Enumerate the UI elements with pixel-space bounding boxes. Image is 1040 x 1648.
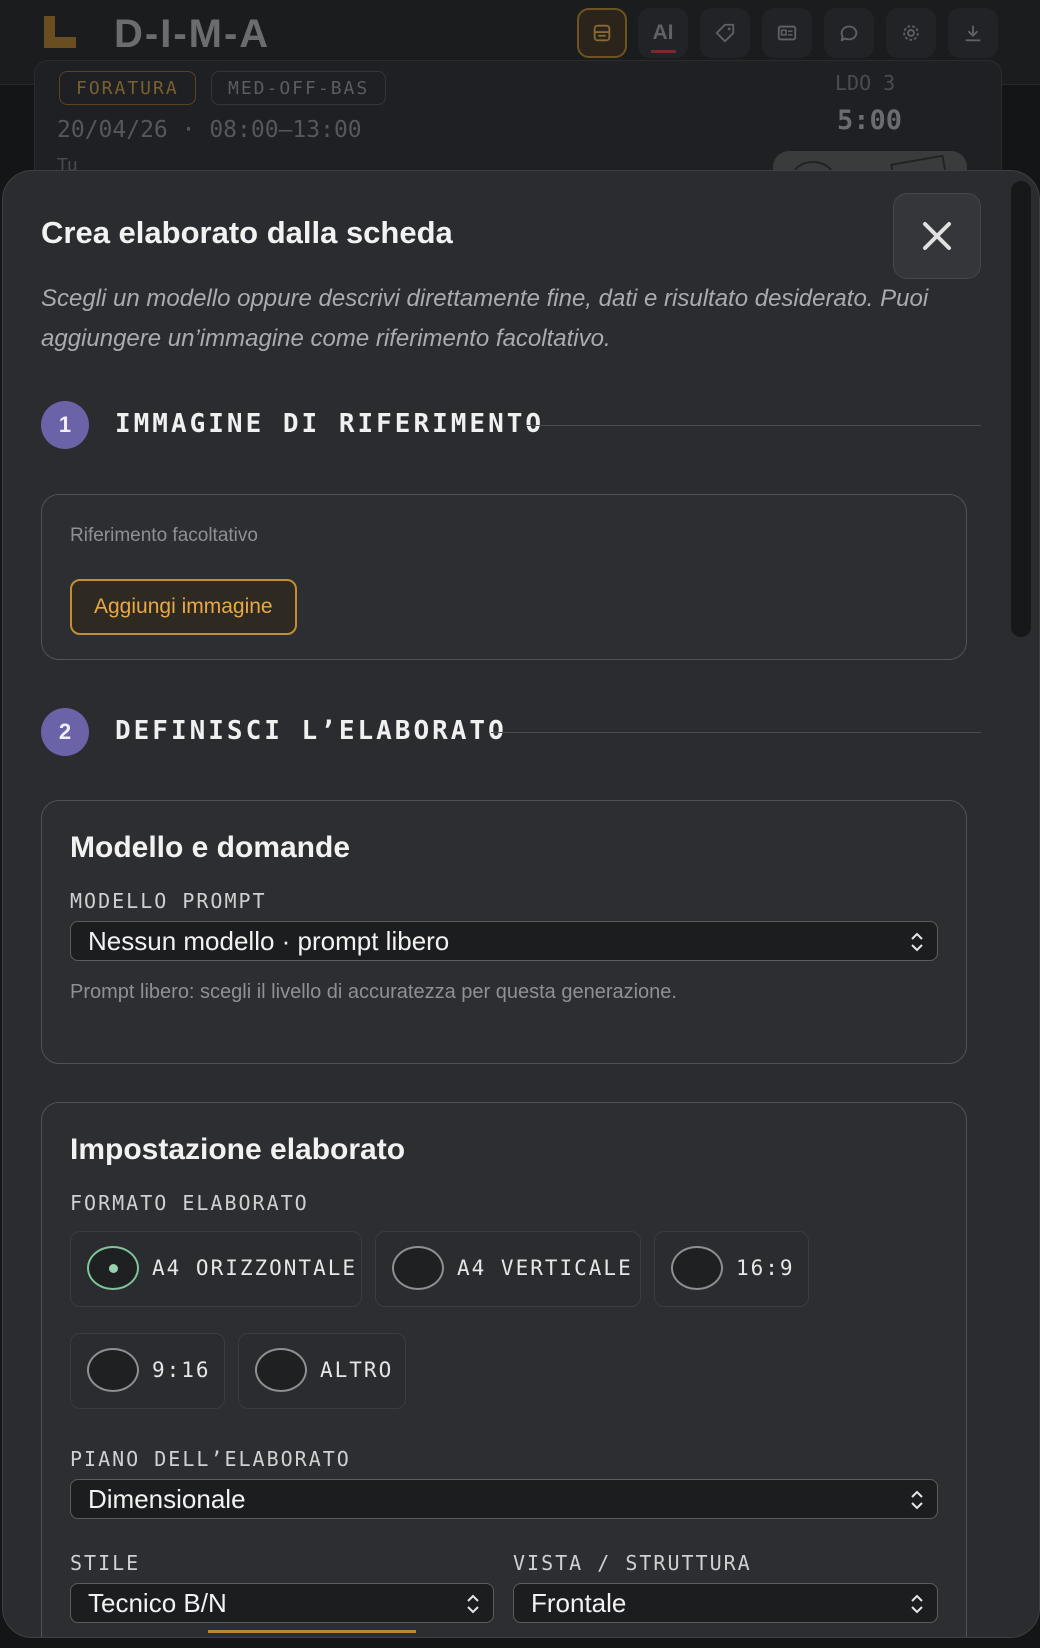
format-option-label: A4 ORIZZONTALE [152, 1256, 358, 1280]
toolbar-idcard-button[interactable] [762, 8, 812, 58]
toolbar-tag-button[interactable] [700, 8, 750, 58]
tag-icon [715, 23, 735, 43]
step-number: 2 [41, 708, 89, 756]
step-divider [491, 732, 981, 733]
ai-label: AI [650, 21, 676, 53]
background-date: 20/04/26 · 08:00–13:00 [57, 117, 362, 143]
chat-icon [840, 25, 858, 42]
view-select[interactable]: Frontale [513, 1583, 938, 1623]
id-card-icon [777, 25, 797, 41]
plane-select[interactable]: Dimensionale [70, 1479, 938, 1519]
model-prompt-select-value: Nessun modello · prompt libero [88, 926, 450, 956]
background-tag-activity: FORATURA [59, 71, 196, 105]
format-option-16-9[interactable]: 16:9 [654, 1231, 809, 1307]
step-define-elaborate-header: 2 DEFINISCI L’ELABORATO [41, 708, 981, 758]
background-time: 5:00 [837, 105, 903, 136]
select-caret-icon [911, 932, 923, 952]
bottom-progress-accent [208, 1630, 416, 1633]
toolbar-ai-button[interactable]: AI [638, 8, 688, 58]
radio-unselected-icon [87, 1348, 139, 1392]
step-reference-image-header: 1 IMMAGINE DI RIFERIMENTO [41, 401, 981, 451]
format-option-a4-portrait[interactable]: A4 VERTICALE [375, 1231, 641, 1307]
gear-icon [903, 25, 919, 41]
close-button[interactable] [893, 193, 981, 279]
format-option-label: 9:16 [152, 1358, 211, 1382]
modal-description: Scegli un modello oppure descrivi dirett… [41, 285, 929, 352]
background-time-top: LDO 3 [835, 71, 896, 95]
add-image-button[interactable]: Aggiungi immagine [70, 579, 297, 635]
close-icon [923, 222, 951, 250]
plane-label: PIANO DELL’ELABORATO [70, 1447, 351, 1471]
style-select[interactable]: Tecnico B/N [70, 1583, 494, 1623]
app-logo-icon [44, 16, 76, 48]
step-label: DEFINISCI L’ELABORATO [115, 716, 507, 746]
format-option-a4-landscape[interactable]: A4 ORIZZONTALE [70, 1231, 362, 1307]
radio-unselected-icon [671, 1246, 723, 1290]
background-tag-code: MED-OFF-BAS [211, 71, 387, 105]
format-option-label: 16:9 [736, 1256, 795, 1280]
app-name: D-I-M-A [114, 12, 271, 56]
toolbar-settings-button[interactable] [886, 8, 936, 58]
step-label: IMMAGINE DI RIFERIMENTO [115, 409, 545, 439]
format-option-label: ALTRO [320, 1358, 394, 1382]
format-option-other[interactable]: ALTRO [238, 1333, 406, 1409]
select-caret-icon [911, 1490, 923, 1510]
modal-scrollbar[interactable] [1011, 181, 1031, 637]
model-prompt-label: MODELLO PROMPT [70, 889, 267, 913]
reference-image-panel: Riferimento facoltativo Aggiungi immagin… [41, 494, 967, 660]
model-questions-panel: Modello e domande MODELLO PROMPT Nessun … [41, 800, 967, 1064]
toolbar-chat-button[interactable] [824, 8, 874, 58]
step-divider [526, 425, 981, 426]
radio-unselected-icon [392, 1246, 444, 1290]
create-elaborate-modal: Crea elaborato dalla scheda Scegli un mo… [2, 170, 1040, 1638]
view-select-value: Frontale [531, 1588, 627, 1618]
format-label: FORMATO ELABORATO [70, 1191, 309, 1215]
select-caret-icon [467, 1594, 479, 1614]
select-caret-icon [911, 1594, 923, 1614]
elaborate-settings-panel: Impostazione elaborato FORMATO ELABORATO… [41, 1102, 967, 1637]
model-prompt-select[interactable]: Nessun modello · prompt libero [70, 921, 938, 961]
toolbar-card-button[interactable] [577, 8, 627, 58]
radio-unselected-icon [255, 1348, 307, 1392]
model-help-text: Prompt libero: scegli il livello di accu… [70, 981, 677, 1003]
reference-hint: Riferimento facoltativo [70, 525, 258, 546]
card-icon [593, 24, 611, 42]
format-option-label: A4 VERTICALE [457, 1256, 633, 1280]
radio-selected-icon [87, 1246, 139, 1290]
plane-select-value: Dimensionale [88, 1484, 246, 1514]
style-label: STILE [70, 1551, 141, 1575]
step-number: 1 [41, 401, 89, 449]
style-select-value: Tecnico B/N [88, 1588, 227, 1618]
modal-title: Crea elaborato dalla scheda [41, 215, 453, 250]
format-option-9-16[interactable]: 9:16 [70, 1333, 225, 1409]
model-panel-heading: Modello e domande [70, 831, 351, 864]
download-icon [965, 25, 981, 42]
settings-panel-heading: Impostazione elaborato [70, 1133, 406, 1166]
view-label: VISTA / STRUTTURA [513, 1551, 752, 1575]
toolbar-download-button[interactable] [948, 8, 998, 58]
